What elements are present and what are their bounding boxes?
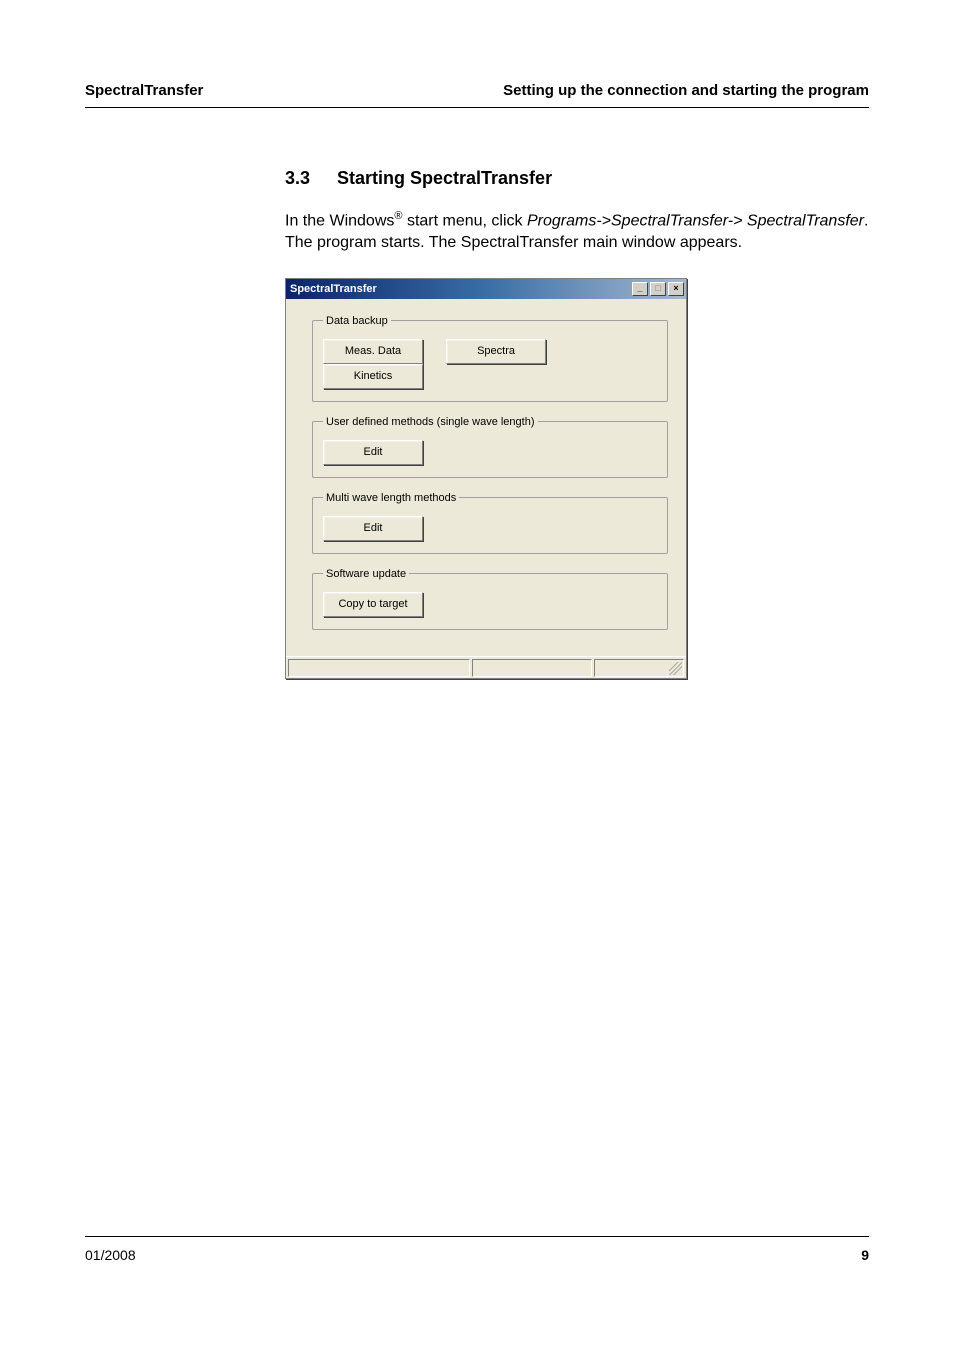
window-body: Data backup Meas. Data Spectra Kinetics … <box>286 299 686 656</box>
group-multi-wave: Multi wave length methods Edit <box>312 492 668 554</box>
app-window: SpectralTransfer _ □ × Data backup Meas.… <box>285 278 687 679</box>
menu-path: Programs->SpectralTransfer-> SpectralTra… <box>527 212 864 229</box>
status-pane-1 <box>288 659 470 677</box>
window-title: SpectralTransfer <box>290 283 630 295</box>
intro-paragraph: In the Windows® start menu, click Progra… <box>285 209 869 254</box>
status-pane-3 <box>594 659 684 677</box>
group-software-update: Software update Copy to target <box>312 568 668 630</box>
footer-date: 01/2008 <box>85 1247 136 1263</box>
maximize-button[interactable]: □ <box>650 282 666 296</box>
group-legend-multi: Multi wave length methods <box>323 492 459 504</box>
status-pane-2 <box>472 659 592 677</box>
close-icon: × <box>673 284 678 293</box>
content-area: 3.3Starting SpectralTransfer In the Wind… <box>285 168 869 679</box>
copy-to-target-button[interactable]: Copy to target <box>323 592 423 617</box>
page-footer: 01/2008 9 <box>85 1236 869 1263</box>
running-header: SpectralTransfer Setting up the connecti… <box>85 82 869 108</box>
group-legend-update: Software update <box>323 568 409 580</box>
section-heading: 3.3Starting SpectralTransfer <box>285 168 869 189</box>
meas-data-button[interactable]: Meas. Data <box>323 339 423 364</box>
minimize-button[interactable]: _ <box>632 282 648 296</box>
group-data-backup: Data backup Meas. Data Spectra Kinetics <box>312 315 668 402</box>
edit-single-button[interactable]: Edit <box>323 440 423 465</box>
close-button[interactable]: × <box>668 282 684 296</box>
group-legend-backup: Data backup <box>323 315 391 327</box>
section-title: Starting SpectralTransfer <box>337 168 552 188</box>
group-single-wave: User defined methods (single wave length… <box>312 416 668 478</box>
group-legend-single: User defined methods (single wave length… <box>323 416 538 428</box>
minimize-icon: _ <box>637 284 642 293</box>
kinetics-button[interactable]: Kinetics <box>323 364 423 389</box>
maximize-icon: □ <box>655 284 660 293</box>
edit-multi-button[interactable]: Edit <box>323 516 423 541</box>
section-number: 3.3 <box>285 168 337 189</box>
resize-grip-icon[interactable] <box>669 662 682 675</box>
para-pre: In the Windows <box>285 212 394 229</box>
titlebar[interactable]: SpectralTransfer _ □ × <box>286 279 686 299</box>
para-mid: start menu, click <box>403 212 527 229</box>
header-right: Setting up the connection and starting t… <box>503 82 869 99</box>
header-left: SpectralTransfer <box>85 82 203 99</box>
registered-symbol: ® <box>394 210 402 222</box>
statusbar <box>286 656 686 678</box>
page: SpectralTransfer Setting up the connecti… <box>0 0 954 1351</box>
page-number: 9 <box>861 1247 869 1263</box>
spectra-button[interactable]: Spectra <box>446 339 546 364</box>
